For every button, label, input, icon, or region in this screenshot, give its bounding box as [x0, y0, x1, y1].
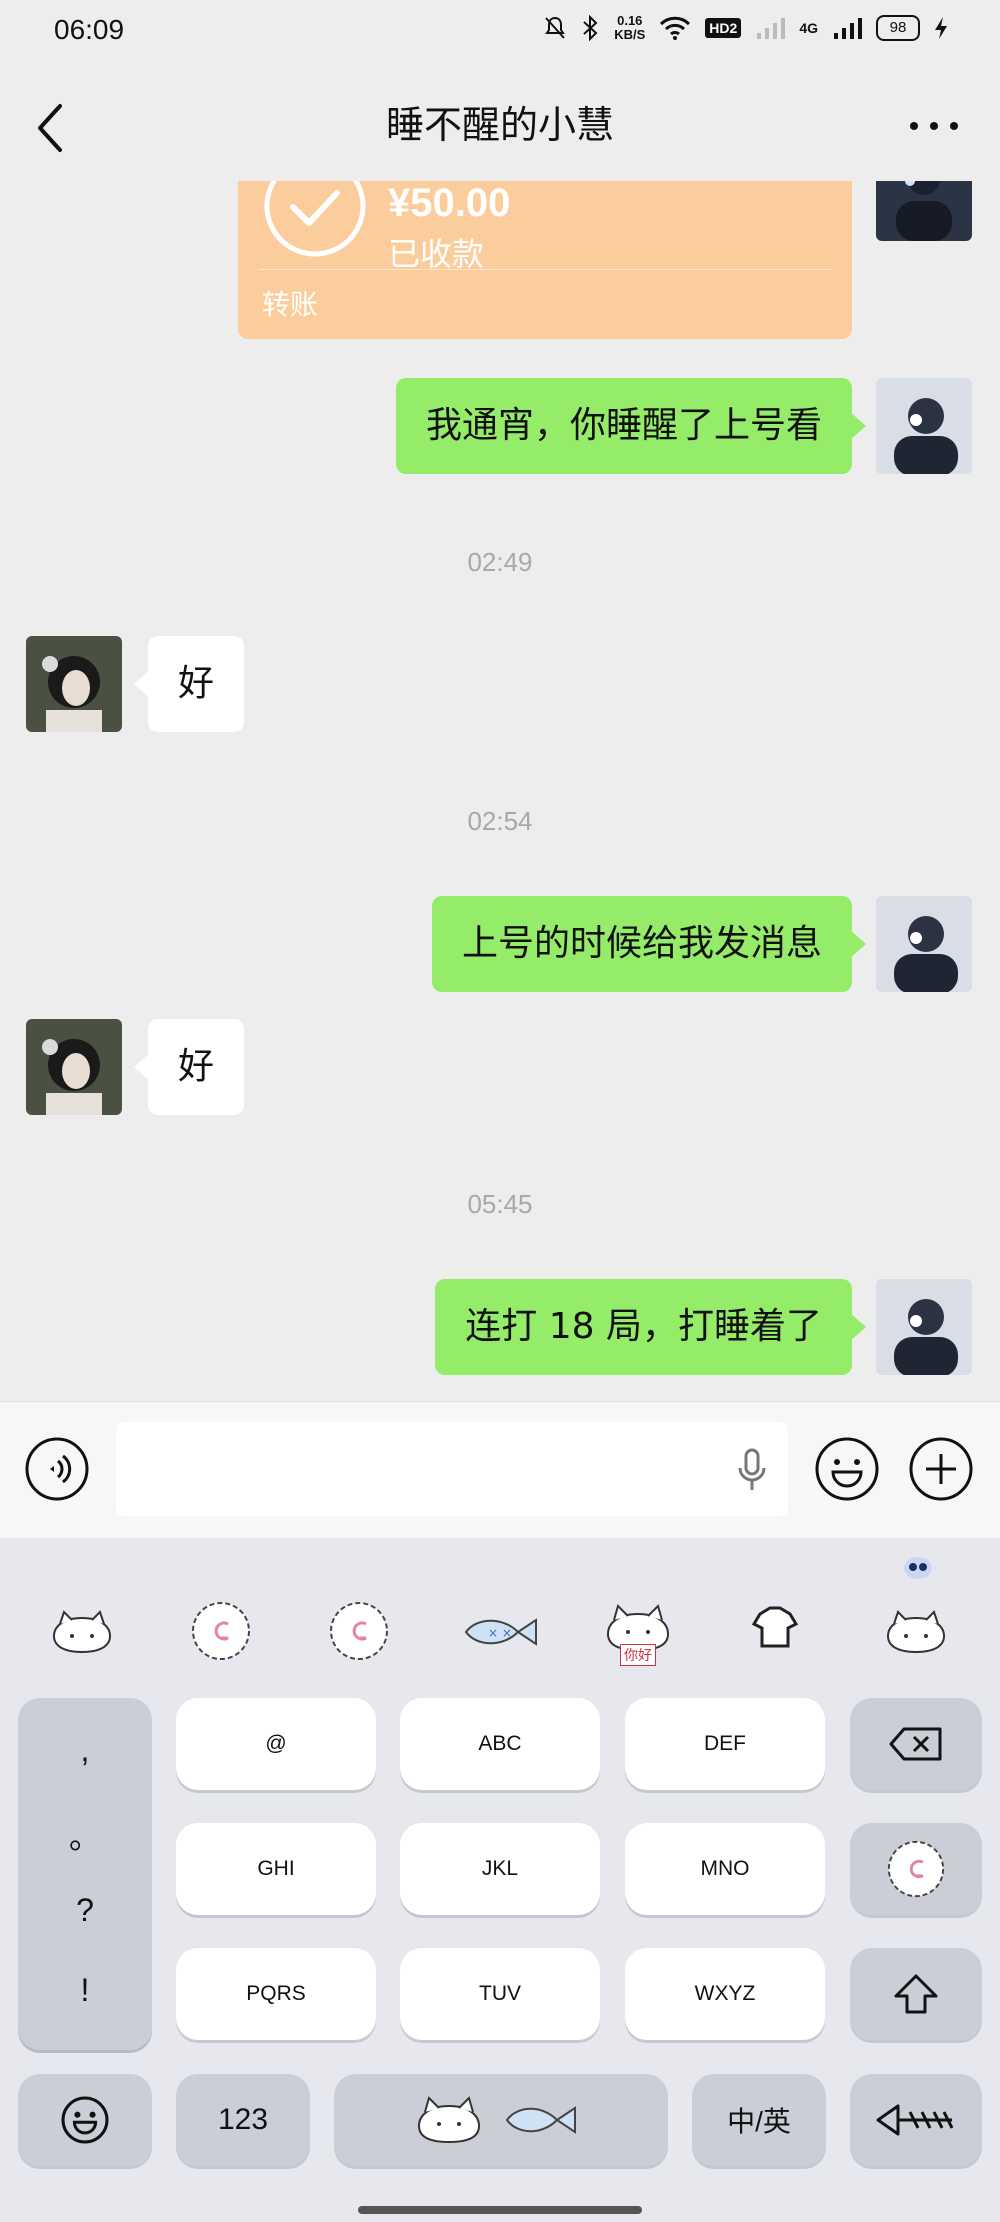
- my-avatar[interactable]: [876, 896, 972, 992]
- cat-sticker-icon[interactable]: [46, 1606, 118, 1656]
- transfer-amount: ¥50.00: [388, 181, 511, 225]
- emoji-icon[interactable]: [814, 1436, 880, 1502]
- status-bar: 06:09 0.16 KB/S HD2 4G 98: [0, 0, 1000, 66]
- svg-text:× ×: × ×: [488, 1626, 512, 1640]
- microphone-icon[interactable]: [736, 1448, 768, 1492]
- emoji-key[interactable]: [18, 2074, 152, 2166]
- backspace-key[interactable]: [850, 1698, 982, 1790]
- swirl-sticker-icon[interactable]: [326, 1598, 392, 1664]
- swirl-sticker-icon[interactable]: [188, 1598, 254, 1664]
- numbers-key[interactable]: 123: [176, 2074, 310, 2166]
- hd-badge: HD2: [705, 18, 742, 38]
- input-bar: [0, 1401, 1000, 1539]
- fish-sticker-icon[interactable]: × ×: [460, 1610, 544, 1654]
- timestamp: 02:49: [467, 547, 533, 577]
- message-bubble-outgoing[interactable]: 连打 18 局，打睡着了: [435, 1279, 866, 1375]
- shift-key[interactable]: [850, 1948, 982, 2040]
- my-avatar[interactable]: [876, 378, 972, 474]
- space-sticker-icon: [417, 2096, 576, 2144]
- enter-key[interactable]: [850, 2074, 982, 2166]
- key-def[interactable]: DEF: [625, 1698, 825, 1790]
- keyboard-assistant-icon[interactable]: [900, 1548, 936, 1584]
- message-input[interactable]: [116, 1422, 788, 1516]
- emoji-icon: [61, 2096, 109, 2144]
- keyboard: × × 你好 , 。 ? ! @ ABC DEF GHI JKL MNO PQR…: [0, 1538, 1000, 2222]
- contact-avatar[interactable]: [26, 1019, 122, 1115]
- transfer-card[interactable]: ¥50.00 已收款 转账: [238, 181, 852, 339]
- cat-hello-sticker[interactable]: 你好: [598, 1600, 678, 1670]
- my-avatar[interactable]: [876, 181, 972, 241]
- sticker-caption: 你好: [620, 1644, 656, 1666]
- signal-icon: [834, 18, 862, 39]
- voice-input-icon[interactable]: [24, 1436, 90, 1502]
- shift-arrow-icon: [894, 1974, 938, 2014]
- my-avatar[interactable]: [876, 1279, 972, 1375]
- net-speed-value: 0.16: [617, 13, 643, 28]
- key-at[interactable]: @: [176, 1698, 376, 1790]
- contact-avatar[interactable]: [26, 636, 122, 732]
- message-list[interactable]: ¥50.00 已收款 转账 我通宵，你睡醒了上号看 02:49 好 02:54 …: [0, 181, 1000, 1401]
- charging-icon: [935, 17, 947, 39]
- key-period[interactable]: 。: [18, 1812, 152, 1858]
- message-bubble-incoming[interactable]: 好: [133, 1019, 245, 1115]
- punctuation-column: , 。 ? !: [18, 1698, 152, 2050]
- key-tuv[interactable]: TUV: [400, 1948, 600, 2040]
- message-bubble-outgoing[interactable]: 上号的时候给我发消息: [431, 896, 867, 992]
- transfer-label: 转账: [262, 288, 319, 321]
- mute-bell-icon: [545, 16, 566, 39]
- swirl-sticker-icon: [887, 1840, 945, 1898]
- key-jkl[interactable]: JKL: [400, 1823, 600, 1915]
- key-abc[interactable]: ABC: [400, 1698, 600, 1790]
- key-exclamation[interactable]: !: [18, 1972, 152, 2009]
- more-options-icon[interactable]: [904, 114, 964, 138]
- signal-weak-icon: [757, 18, 786, 39]
- chat-header: 睡不醒的小慧: [0, 66, 1000, 181]
- network-type: 4G: [799, 20, 818, 36]
- check-circle-icon: [264, 181, 366, 257]
- status-icons: 0.16 KB/S HD2 4G 98: [544, 14, 948, 42]
- plus-icon[interactable]: [908, 1436, 974, 1502]
- status-time: 06:09: [54, 14, 125, 45]
- key-ghi[interactable]: GHI: [176, 1823, 376, 1915]
- net-speed: 0.16 KB/S: [614, 14, 645, 42]
- home-indicator[interactable]: [358, 2206, 642, 2214]
- tshirt-sticker-icon[interactable]: [750, 1602, 800, 1652]
- key-question[interactable]: ?: [18, 1892, 152, 1929]
- key-pqrs[interactable]: PQRS: [176, 1948, 376, 2040]
- cat-sticker-icon[interactable]: [880, 1606, 952, 1656]
- message-bubble-outgoing[interactable]: 我通宵，你睡醒了上号看: [395, 378, 867, 474]
- language-switch-key[interactable]: 中/英: [692, 2074, 826, 2166]
- timestamp: 05:45: [467, 1189, 533, 1219]
- net-speed-unit: KB/S: [614, 27, 646, 42]
- wifi-icon: [660, 16, 691, 40]
- message-bubble-incoming[interactable]: 好: [133, 636, 245, 732]
- bluetooth-icon: [583, 15, 598, 41]
- backspace-icon: [889, 1727, 942, 1761]
- space-key[interactable]: [334, 2074, 668, 2166]
- key-wxyz[interactable]: WXYZ: [625, 1948, 825, 2040]
- key-mno[interactable]: MNO: [625, 1823, 825, 1915]
- transfer-divider: [258, 269, 832, 270]
- chat-title: 睡不醒的小慧: [385, 103, 614, 147]
- battery-level: 98: [876, 15, 920, 41]
- key-comma[interactable]: ,: [18, 1732, 152, 1769]
- timestamp: 02:54: [467, 806, 533, 836]
- sticker-key[interactable]: [850, 1823, 982, 1915]
- fishbone-enter-icon: [876, 2104, 954, 2136]
